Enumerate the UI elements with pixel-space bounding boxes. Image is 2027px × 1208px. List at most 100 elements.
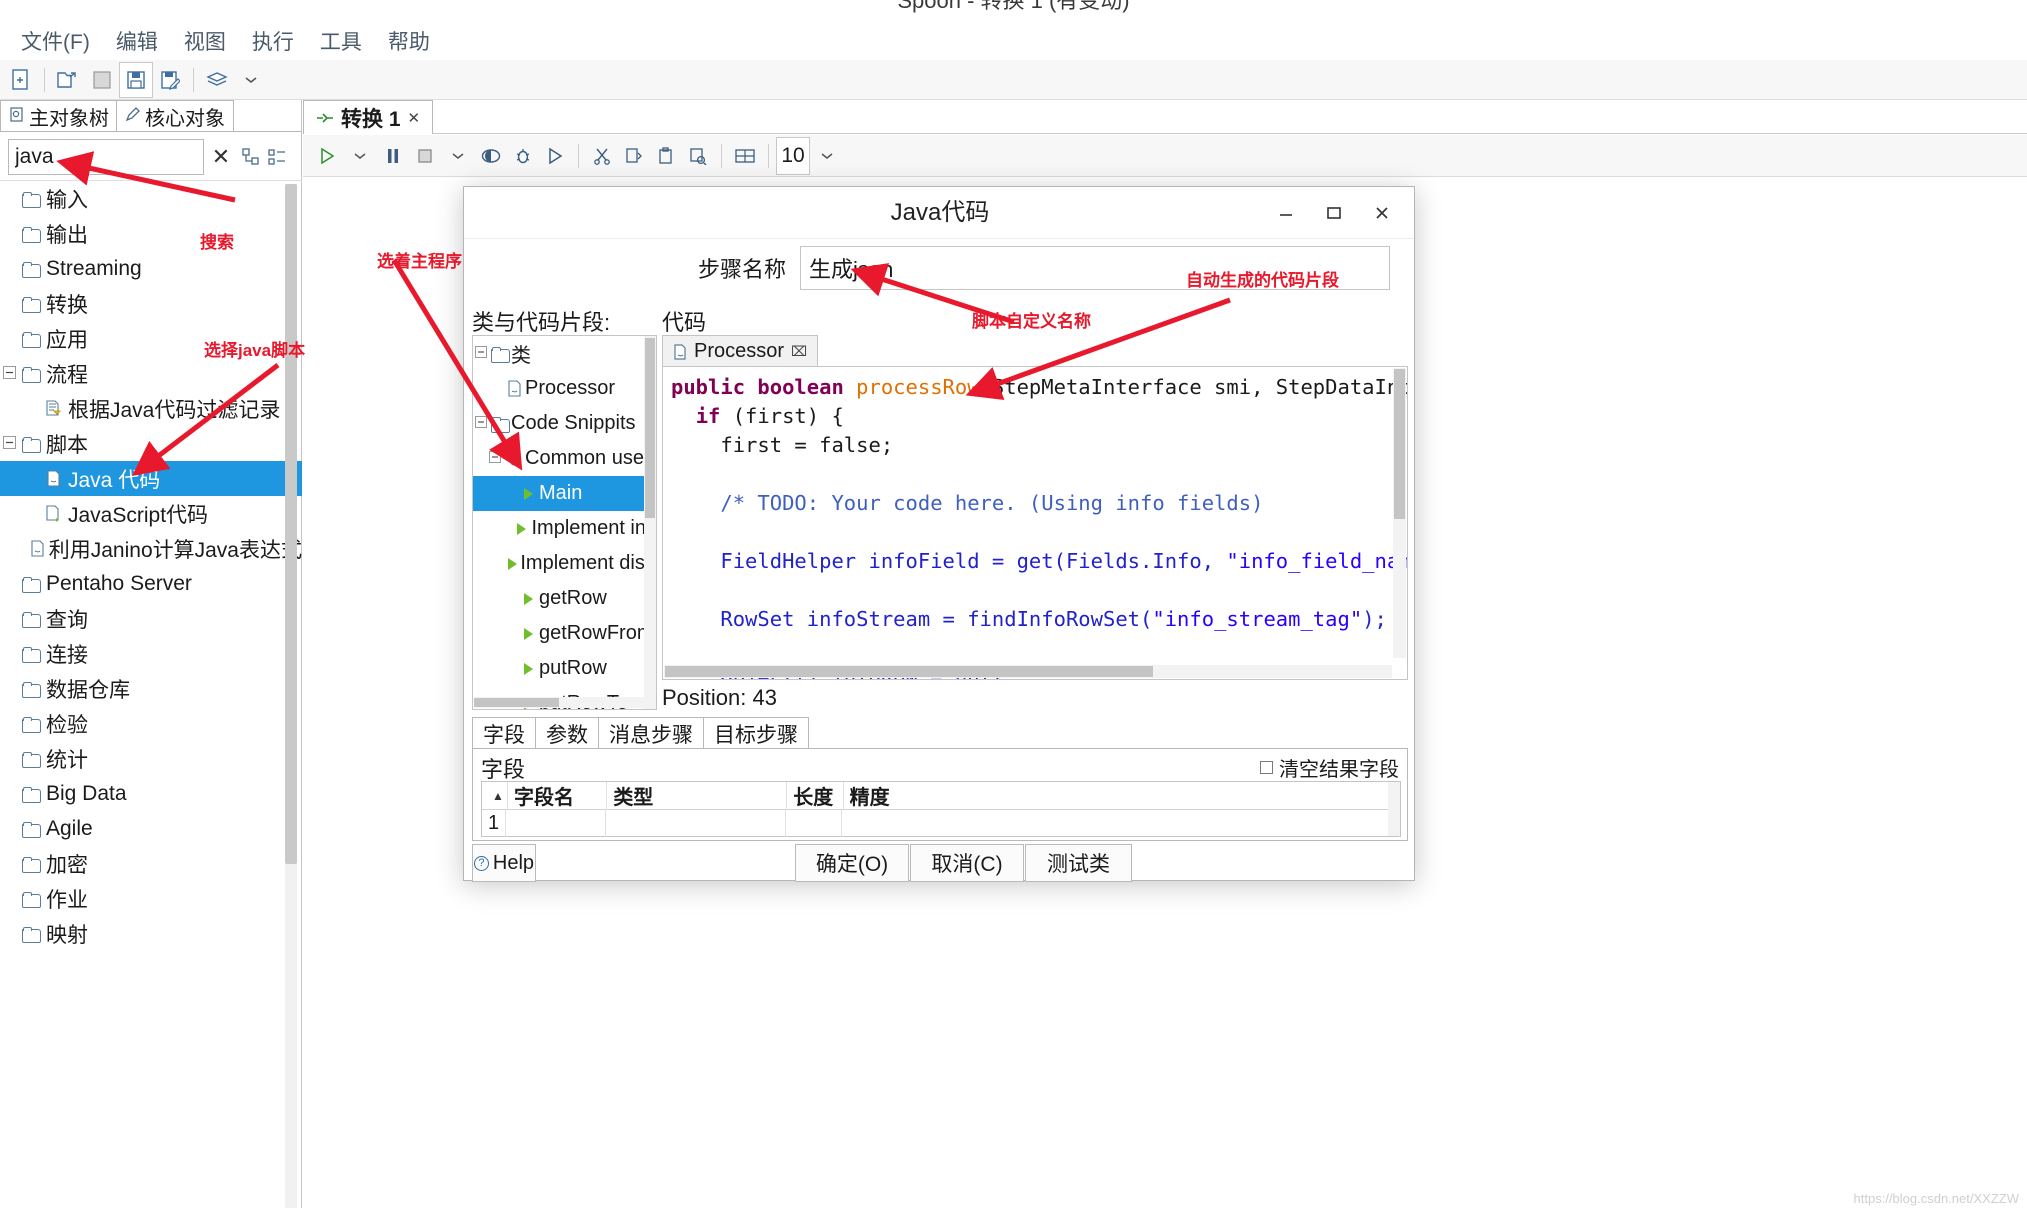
replay-icon[interactable] bbox=[539, 139, 571, 173]
zoom-level-field[interactable]: 10 bbox=[776, 136, 810, 175]
stop-icon[interactable] bbox=[409, 139, 441, 173]
column-header-2[interactable]: 类型 bbox=[607, 781, 788, 810]
column-header-4[interactable]: 精度 bbox=[844, 781, 1400, 810]
expand-all-icon[interactable] bbox=[238, 147, 264, 167]
code-vertical-scrollbar[interactable] bbox=[1393, 368, 1406, 658]
clear-search-icon[interactable]: ✕ bbox=[204, 144, 238, 170]
close-icon[interactable] bbox=[1358, 193, 1406, 233]
sort-caret-icon[interactable]: ▲ bbox=[488, 789, 508, 803]
cancel-button[interactable]: 取消(C) bbox=[910, 844, 1024, 882]
snippet-expander-icon[interactable] bbox=[473, 346, 489, 361]
tree-item-15[interactable]: 检验 bbox=[0, 706, 302, 741]
save-icon[interactable] bbox=[119, 61, 153, 98]
dialog-tab-1[interactable]: 参数 bbox=[535, 717, 599, 749]
snippet-item-6[interactable]: Implement disp bbox=[473, 546, 656, 581]
scrollbar-thumb[interactable] bbox=[1394, 369, 1405, 519]
tree-item-18[interactable]: Agile bbox=[0, 811, 302, 846]
menu-item-1[interactable]: 编辑 bbox=[103, 28, 171, 58]
snippet-item-7[interactable]: getRow bbox=[473, 581, 656, 616]
ok-button[interactable]: 确定(O) bbox=[795, 844, 909, 882]
snippet-item-1[interactable]: Processor bbox=[473, 371, 656, 406]
dialog-tab-3[interactable]: 目标步骤 bbox=[703, 717, 809, 749]
stop-caret-icon[interactable] bbox=[441, 139, 475, 173]
tree-item-6[interactable]: 根据Java代码过滤记录 bbox=[0, 391, 302, 426]
tree-expander-icon[interactable] bbox=[0, 365, 18, 382]
column-header-3[interactable]: 长度 bbox=[787, 781, 844, 810]
tree-item-12[interactable]: 查询 bbox=[0, 601, 302, 636]
cut-icon[interactable] bbox=[586, 139, 618, 173]
column-header-0[interactable]: ▲ bbox=[482, 781, 508, 810]
table-cell[interactable] bbox=[506, 810, 606, 837]
grid-icon[interactable] bbox=[729, 139, 761, 173]
tree-item-19[interactable]: 加密 bbox=[0, 846, 302, 881]
table-cell[interactable] bbox=[842, 810, 1400, 837]
zoom-caret-icon[interactable] bbox=[810, 139, 844, 173]
tree-item-13[interactable]: 连接 bbox=[0, 636, 302, 671]
save-as-icon[interactable] bbox=[153, 62, 187, 98]
snippet-item-3[interactable]: Common use bbox=[473, 441, 656, 476]
tree-item-8[interactable]: Java 代码 bbox=[0, 461, 302, 496]
tree-item-7[interactable]: 脚本 bbox=[0, 426, 302, 461]
fields-table[interactable]: ▲ 字段名 类型 长度 精度 1 bbox=[481, 781, 1401, 837]
inspect-icon[interactable] bbox=[682, 139, 714, 173]
tree-item-9[interactable]: JavaScript代码 bbox=[0, 496, 302, 531]
snippet-item-9[interactable]: putRow bbox=[473, 651, 656, 686]
snippet-item-0[interactable]: 类 bbox=[473, 336, 656, 371]
code-horizontal-scrollbar[interactable] bbox=[664, 665, 1392, 678]
tree-item-3[interactable]: 转换 bbox=[0, 286, 302, 321]
collapse-all-icon[interactable] bbox=[264, 147, 290, 167]
code-tab-close-icon[interactable]: ⌧ bbox=[791, 343, 807, 360]
paste-icon[interactable] bbox=[650, 139, 682, 173]
tree-item-4[interactable]: 应用 bbox=[0, 321, 302, 356]
dialog-tab-2[interactable]: 消息步骤 bbox=[598, 717, 704, 749]
table-row[interactable]: 1 bbox=[482, 810, 1400, 837]
tab-transformation-1[interactable]: 转换 1 ✕ bbox=[303, 100, 434, 134]
tree-item-10[interactable]: 利用Janino计算Java表达式 bbox=[0, 531, 302, 566]
menu-item-4[interactable]: 工具 bbox=[307, 28, 375, 58]
maximize-icon[interactable] bbox=[1310, 193, 1358, 233]
run-icon[interactable] bbox=[311, 139, 343, 173]
left-tab-0[interactable]: 主对象树 bbox=[0, 100, 117, 132]
snippet-item-2[interactable]: Code Snippits bbox=[473, 406, 656, 441]
minimize-icon[interactable] bbox=[1262, 193, 1310, 233]
snippet-item-8[interactable]: getRowFrom bbox=[473, 616, 656, 651]
copy-icon[interactable] bbox=[618, 139, 650, 173]
dialog-tab-0[interactable]: 字段 bbox=[472, 717, 536, 749]
row-number[interactable]: 1 bbox=[482, 810, 507, 837]
menu-item-5[interactable]: 帮助 bbox=[375, 28, 443, 58]
snippet-item-4[interactable]: Main bbox=[473, 476, 656, 511]
debug-icon[interactable] bbox=[507, 139, 539, 173]
tree-item-5[interactable]: 流程 bbox=[0, 356, 302, 391]
scrollbar-thumb[interactable] bbox=[285, 184, 297, 864]
pause-icon[interactable] bbox=[377, 139, 409, 173]
code-text[interactable]: public boolean processRow(StepMetaInterf… bbox=[663, 367, 1407, 679]
tree-item-2[interactable]: Streaming bbox=[0, 251, 302, 286]
tree-item-0[interactable]: 输入 bbox=[0, 181, 302, 216]
test-class-button[interactable]: 测试类 bbox=[1025, 844, 1132, 882]
menu-item-3[interactable]: 执行 bbox=[239, 28, 307, 58]
preview-icon[interactable] bbox=[475, 139, 507, 173]
column-header-1[interactable]: 字段名 bbox=[508, 781, 608, 810]
table-cell[interactable] bbox=[606, 810, 786, 837]
tree-expander-icon[interactable] bbox=[0, 435, 18, 452]
layers-icon[interactable] bbox=[200, 62, 234, 98]
tree-item-17[interactable]: Big Data bbox=[0, 776, 302, 811]
tree-item-11[interactable]: Pentaho Server bbox=[0, 566, 302, 601]
open-file-icon[interactable] bbox=[51, 62, 85, 98]
scrollbar-thumb[interactable] bbox=[474, 698, 559, 707]
step-name-input[interactable] bbox=[800, 246, 1390, 290]
tree-item-16[interactable]: 统计 bbox=[0, 741, 302, 776]
run-caret-icon[interactable] bbox=[343, 139, 377, 173]
search-input[interactable] bbox=[8, 139, 204, 175]
snippet-tree[interactable]: 类 Processor Code Snippits Common use Main Imp… bbox=[472, 335, 657, 710]
code-tab-processor[interactable]: Processor ⌧ bbox=[662, 335, 819, 367]
code-editor[interactable]: public boolean processRow(StepMetaInterf… bbox=[662, 366, 1408, 680]
toolbar-caret-icon[interactable] bbox=[234, 62, 268, 98]
tab-close-icon[interactable]: ✕ bbox=[408, 109, 421, 127]
tree-item-1[interactable]: 输出 bbox=[0, 216, 302, 251]
table-cell[interactable] bbox=[786, 810, 843, 837]
snippet-item-5[interactable]: Implement init bbox=[473, 511, 656, 546]
tree-item-20[interactable]: 作业 bbox=[0, 881, 302, 916]
snippet-tree-scrollbar[interactable] bbox=[644, 336, 656, 709]
snippet-expander-icon[interactable] bbox=[473, 416, 489, 431]
